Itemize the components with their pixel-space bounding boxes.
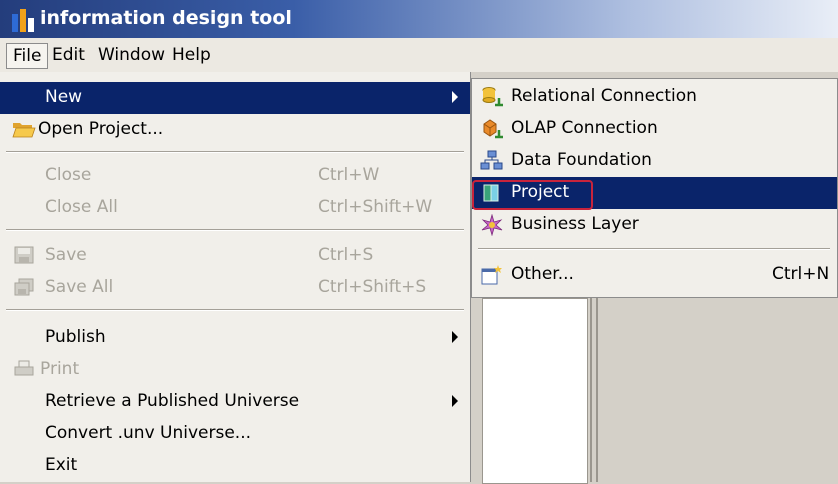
menu-item-save-all[interactable]: Save All Ctrl+Shift+S [0, 272, 470, 304]
menu-item-label: Retrieve a Published Universe [45, 391, 300, 411]
submenu-item-label: Relational Connection [511, 86, 697, 106]
menu-item-shortcut: Ctrl+Shift+S [318, 277, 427, 297]
menu-file[interactable]: File [6, 43, 49, 69]
save-icon [14, 246, 34, 264]
app-logo-icon [12, 9, 34, 32]
menu-item-label: Convert .unv Universe... [45, 423, 252, 443]
workspace-panel [482, 298, 588, 484]
project-callout-box [472, 180, 593, 210]
menu-item-retrieve-universe[interactable]: Retrieve a Published Universe [0, 386, 470, 418]
submenu-item-business-layer[interactable]: Business Layer [472, 209, 837, 241]
menu-help[interactable]: Help [172, 45, 211, 65]
window-title: information design tool [40, 7, 292, 29]
file-menu: New Open Project... Close Ctrl+W Close A… [0, 72, 471, 482]
folder-open-icon [12, 123, 36, 138]
panel-divider [596, 298, 598, 482]
submenu-item-label: Other... [511, 264, 574, 284]
menu-item-open-project[interactable]: Open Project... [0, 114, 470, 146]
menu-item-shortcut: Ctrl+W [318, 165, 380, 185]
submenu-item-relational-connection[interactable]: Relational Connection [472, 81, 837, 113]
menu-item-close[interactable]: Close Ctrl+W [0, 160, 470, 192]
olap-connection-icon [483, 119, 503, 139]
submenu-item-label: Data Foundation [511, 150, 652, 170]
menu-item-label: New [45, 87, 83, 107]
menu-separator [6, 151, 464, 153]
menu-item-save[interactable]: Save Ctrl+S [0, 240, 470, 272]
menu-bar: File Edit Window Help [0, 38, 838, 73]
menu-item-close-all[interactable]: Close All Ctrl+Shift+W [0, 192, 470, 224]
menu-item-publish[interactable]: Publish [0, 322, 470, 354]
print-icon [14, 360, 34, 376]
menu-separator [478, 248, 830, 250]
menu-item-shortcut: Ctrl+S [318, 245, 374, 265]
menu-item-label: Open Project... [38, 119, 164, 139]
panel-divider [590, 298, 592, 482]
menu-separator [6, 309, 464, 311]
menu-item-print[interactable]: Print [0, 354, 470, 386]
menu-item-exit[interactable]: Exit [0, 450, 470, 482]
relational-connection-icon [482, 87, 503, 107]
menu-item-label: Print [40, 359, 80, 379]
new-submenu: Relational Connection OLAP Connection Da… [471, 78, 838, 298]
business-layer-icon [481, 214, 503, 236]
menu-item-label: Exit [45, 455, 78, 475]
submenu-item-other[interactable]: Other... Ctrl+N [472, 259, 837, 291]
menu-window[interactable]: Window [98, 45, 165, 65]
menu-item-convert-unv[interactable]: Convert .unv Universe... [0, 418, 470, 450]
title-bar: information design tool [0, 0, 838, 38]
submenu-item-label: OLAP Connection [511, 118, 658, 138]
menu-separator [6, 229, 464, 231]
new-other-icon [481, 265, 502, 285]
submenu-arrow-icon [452, 395, 458, 407]
submenu-item-olap-connection[interactable]: OLAP Connection [472, 113, 837, 145]
menu-item-shortcut: Ctrl+Shift+W [318, 197, 433, 217]
submenu-item-label: Business Layer [511, 214, 639, 234]
submenu-item-data-foundation[interactable]: Data Foundation [472, 145, 837, 177]
menu-item-label: Save All [45, 277, 114, 297]
submenu-item-shortcut: Ctrl+N [772, 264, 830, 284]
submenu-arrow-icon [452, 91, 458, 103]
menu-item-label: Close [45, 165, 92, 185]
data-foundation-icon [480, 150, 503, 170]
submenu-arrow-icon [452, 331, 458, 343]
menu-item-label: Save [45, 245, 87, 265]
save-all-icon [14, 278, 34, 296]
menu-item-label: Publish [45, 327, 106, 347]
menu-item-new[interactable]: New [0, 82, 470, 114]
menu-item-label: Close All [45, 197, 118, 217]
menu-edit[interactable]: Edit [52, 45, 85, 65]
